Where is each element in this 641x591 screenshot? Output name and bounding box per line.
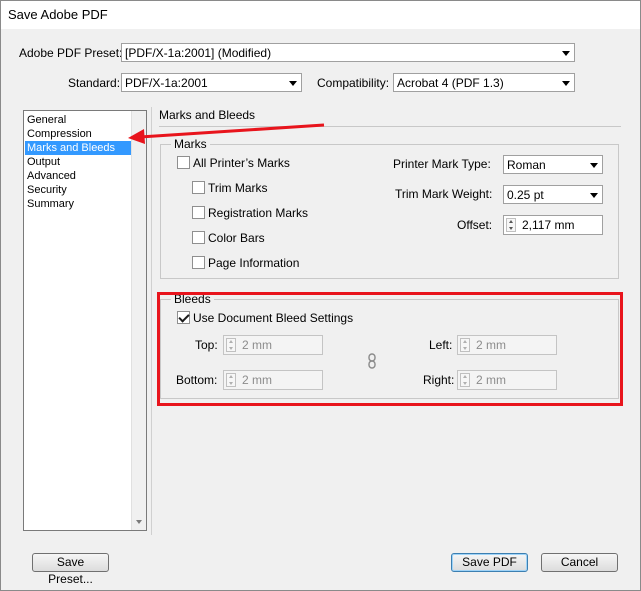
window-title: Save Adobe PDF bbox=[8, 7, 108, 22]
preset-label: Adobe PDF Preset: bbox=[19, 46, 123, 60]
cancel-button[interactable]: Cancel bbox=[541, 553, 618, 572]
offset-label: Offset: bbox=[457, 218, 493, 232]
chevron-down-icon bbox=[289, 81, 297, 86]
offset-input[interactable]: 2,117 mm bbox=[503, 215, 603, 235]
standard-dropdown[interactable]: PDF/X-1a:2001 bbox=[121, 73, 302, 92]
offset-value: 2,117 mm bbox=[522, 218, 575, 232]
preset-dropdown[interactable]: [PDF/X-1a:2001] (Modified) bbox=[121, 43, 575, 62]
color-bars-checkbox[interactable] bbox=[192, 231, 205, 244]
all-printers-marks-checkbox[interactable] bbox=[177, 156, 190, 169]
save-adobe-pdf-dialog: Save Adobe PDF Adobe PDF Preset: [PDF/X-… bbox=[0, 0, 641, 591]
printer-mark-type-dropdown[interactable]: Roman bbox=[503, 155, 603, 174]
sidebar-item-marks-and-bleeds[interactable]: Marks and Bleeds bbox=[25, 141, 131, 155]
chevron-down-icon bbox=[590, 163, 598, 168]
chevron-down-icon bbox=[590, 193, 598, 198]
save-preset-button[interactable]: Save Preset... bbox=[32, 553, 109, 586]
sidebar-item-output[interactable]: Output bbox=[25, 155, 131, 169]
standard-label: Standard: bbox=[68, 76, 121, 90]
pane-divider bbox=[151, 107, 152, 535]
compatibility-dropdown[interactable]: Acrobat 4 (PDF 1.3) bbox=[393, 73, 575, 92]
chevron-down-icon bbox=[562, 51, 570, 56]
printer-mark-type-label: Printer Mark Type: bbox=[393, 157, 491, 171]
chevron-down-icon bbox=[562, 81, 570, 86]
spin-down-icon[interactable] bbox=[509, 227, 513, 230]
preset-value: [PDF/X-1a:2001] (Modified) bbox=[125, 46, 272, 60]
sidebar-item-security[interactable]: Security bbox=[25, 183, 131, 197]
all-printers-marks-label: All Printer’s Marks bbox=[193, 156, 290, 170]
offset-stepper[interactable] bbox=[506, 218, 516, 232]
spin-up-icon[interactable] bbox=[509, 220, 513, 223]
trim-marks-label: Trim Marks bbox=[208, 181, 268, 195]
compatibility-value: Acrobat 4 (PDF 1.3) bbox=[397, 76, 504, 90]
registration-marks-label: Registration Marks bbox=[208, 206, 309, 220]
list-scrollbar[interactable] bbox=[131, 111, 146, 530]
trim-mark-weight-label: Trim Mark Weight: bbox=[395, 187, 493, 201]
sidebar-item-advanced[interactable]: Advanced bbox=[25, 169, 131, 183]
page-information-checkbox[interactable] bbox=[192, 256, 205, 269]
title-bar: Save Adobe PDF bbox=[1, 1, 640, 29]
registration-marks-checkbox[interactable] bbox=[192, 206, 205, 219]
save-pdf-button[interactable]: Save PDF bbox=[451, 553, 528, 572]
color-bars-label: Color Bars bbox=[208, 231, 265, 245]
bleeds-highlight-box bbox=[157, 292, 623, 406]
sidebar-item-compression[interactable]: Compression bbox=[25, 127, 131, 141]
page-information-label: Page Information bbox=[208, 256, 300, 270]
sidebar-item-summary[interactable]: Summary bbox=[25, 197, 131, 211]
trim-marks-checkbox[interactable] bbox=[192, 181, 205, 194]
sidebar-item-general[interactable]: General bbox=[25, 113, 131, 127]
category-list[interactable]: General Compression Marks and Bleeds Out… bbox=[23, 110, 147, 531]
trim-mark-weight-value: 0.25 pt bbox=[507, 188, 544, 202]
scroll-down-arrow-icon[interactable] bbox=[136, 520, 142, 524]
compatibility-label: Compatibility: bbox=[317, 76, 390, 90]
annotation-arrow-icon bbox=[128, 123, 325, 144]
trim-mark-weight-dropdown[interactable]: 0.25 pt bbox=[503, 185, 603, 204]
standard-value: PDF/X-1a:2001 bbox=[125, 76, 208, 90]
printer-mark-type-value: Roman bbox=[507, 158, 546, 172]
